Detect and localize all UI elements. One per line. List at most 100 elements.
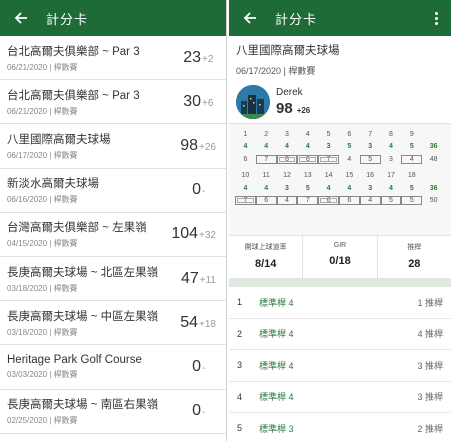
hole-score-cell[interactable]: 5 [359,154,381,164]
hole-number: 18 [407,172,416,180]
hole-list-item[interactable]: 2 標準桿 4 4 推桿 [229,319,451,350]
round-info: 長庚高爾夫球場 ~ 南區右果嶺 02/25/2020 | 桿數賽 [7,396,192,426]
round-course: 長庚高爾夫球場 ~ 北區左果嶺 [7,266,159,279]
front-score-row: 6 7 6 6 7 4 5 3 4 48 [235,153,445,166]
hole-score-cell[interactable]: 5 [380,196,402,206]
hole-par: 4 [305,143,310,151]
round-list-item[interactable]: 台灣高爾夫俱樂部 ~ 左果嶺 04/15/2020 | 桿數賽 104 +32 [0,213,226,257]
hole-number: 2 [264,130,269,138]
hole-score-cell[interactable]: 4 [401,154,423,164]
round-score-group: 0- [192,358,216,376]
hole-score: 3 [389,155,393,163]
page-title: 計分卡 [46,11,89,27]
hole-score: 5 [359,154,381,164]
round-list-item[interactable]: 台北高爾夫俱樂部 ~ Par 3 06/21/2020 | 桿數賽 30 +6 [0,80,226,125]
hole-list: 1 標準桿 4 1 推桿 2 標準桿 4 4 推桿 3 標準桿 4 3 推桿 4 標準桿 4 3 推桿… [229,287,451,441]
hole-list-item[interactable]: 3 標準桿 4 3 推桿 [229,350,451,382]
hole-score-cell[interactable]: 5 [401,196,423,206]
round-score-group: 104 +32 [171,225,216,243]
city-night-icon [236,84,270,119]
hole-putts: 4 推桿 [417,329,443,340]
round-list-item[interactable]: 長庚高爾夫球場 ~ 中區左果嶺 03/18/2020 | 桿數賽 54 +18 [0,301,226,346]
hole-score: 6 [255,196,277,206]
round-course: 長庚高爾夫球場 ~ 中區左果嶺 [7,310,159,323]
hole-score-cell[interactable]: 4 [359,196,381,206]
hole-score-cell[interactable]: 6 [338,196,360,206]
hole-score-cell[interactable]: 3 [381,156,402,163]
round-list-item[interactable]: Heritage Park Golf Course 03/03/2020 | 桿數… [0,345,226,390]
round-score-group: 0- [192,181,216,199]
player-info: Derek 98 +26 [276,87,310,117]
hole-list-item[interactable]: 4 標準桿 4 3 推桿 [229,382,451,413]
player-total: 98 [276,99,293,117]
round-list: 台北高爾夫俱樂部 ~ Par 3 06/21/2020 | 桿數賽 23 +2 台北高爾… [0,36,226,434]
round-meta: 06/17/2020 | 桿數賽 [236,66,316,76]
player-name: Derek [276,86,303,98]
hole-score-cell[interactable]: 7 [255,154,277,164]
app-bar: 計分卡 [229,0,451,36]
round-course: Heritage Park Golf Course [7,353,142,366]
round-meta: 02/25/2020 | 桿數賽 [7,416,78,426]
player-row[interactable]: Derek 98 +26 [229,80,451,124]
round-score-group: 54 +18 [180,314,216,332]
hole-putts: 2 推桿 [417,423,443,434]
hole-number: 12 [283,172,291,180]
hole-number: 2 [237,328,243,339]
round-score-group: 98 +26 [180,137,216,155]
hole-score-cell[interactable]: 6 [255,196,277,206]
hole-score-cell[interactable]: 6 [297,154,319,164]
app-bar: 計分卡 [0,0,226,36]
round-diff: +2 [202,53,214,65]
scorecard-detail-panel: 計分卡 八里國際高爾夫球場 06/17/2020 | 桿數賽 Derek 98 [229,0,451,441]
back-arrow-icon[interactable] [239,7,261,29]
hole-list-item[interactable]: 5 標準桿 3 2 推桿 [229,413,451,441]
hole-number: 11 [262,172,270,180]
hole-list-item[interactable]: 1 標準桿 4 1 推桿 [229,287,451,319]
stat-value: 0/18 [329,255,351,267]
hole-score-cell[interactable]: 4 [339,156,360,163]
round-list-item[interactable]: 長庚高爾夫球場 ~ 南區右果嶺 02/25/2020 | 桿數賽 0- [0,390,226,434]
round-list-item[interactable]: 台北高爾夫俱樂部 ~ Par 3 06/21/2020 | 桿數賽 23 +2 [0,36,226,81]
round-list-item[interactable]: 新淡水高爾夫球場 06/16/2020 | 桿數賽 0- [0,169,226,213]
back-hole-numbers: 10 11 12 13 14 15 16 17 18 [235,170,445,183]
hole-par: 4 [264,184,269,192]
round-info: 台灣高爾夫俱樂部 ~ 左果嶺 04/15/2020 | 桿數賽 [7,219,171,249]
round-score-group: 47 +11 [181,270,216,288]
hole-score-cell[interactable]: 7 [297,196,319,206]
hole-score: 7 [318,154,339,164]
hole-number: 13 [303,172,312,180]
back-arrow-icon[interactable] [10,7,32,29]
hole-par-label: 標準桿 4 [259,392,294,403]
hole-score: 5 [380,196,402,206]
hole-score: 7 [297,196,319,206]
hole-par: 4 [243,184,248,192]
hole-number: 17 [387,172,395,180]
hole-score-cell[interactable]: 6 [276,154,298,164]
hole-score-cell[interactable]: 7 [235,196,256,206]
round-list-item[interactable]: 八里國際高爾夫球場 06/17/2020 | 桿數賽 98 +26 [0,124,226,169]
hole-score: 6 [338,196,360,206]
round-diff: +11 [199,274,216,286]
hole-number: 10 [241,172,250,180]
hole-score-cell[interactable]: 4 [276,196,298,206]
round-diff: +6 [202,97,214,109]
stat-cell: 開球上球道率 8/14 [229,236,304,278]
hole-number: 4 [305,130,310,138]
par-total: 36 [429,143,438,151]
hole-number: 3 [285,130,289,138]
stat-cell: 推桿 28 [378,236,451,278]
round-meta: 06/21/2020 | 桿數賽 [7,106,78,116]
hole-number: 16 [366,172,375,180]
page-title: 計分卡 [275,11,318,27]
round-meta: 06/21/2020 | 桿數賽 [7,62,78,72]
back-par-row: 4 4 3 5 4 4 3 4 5 36 [235,182,445,195]
hole-par: 4 [347,184,352,192]
hole-score-cell[interactable]: 6 [318,196,339,206]
round-diff: - [202,186,206,198]
more-vert-icon[interactable] [429,8,443,28]
round-score: 104 [171,225,199,243]
hole-score-cell[interactable]: 7 [318,154,339,164]
hole-score-cell[interactable]: 6 [235,156,256,163]
round-list-item[interactable]: 長庚高爾夫球場 ~ 北區左果嶺 03/18/2020 | 桿數賽 47 +11 [0,257,226,302]
hole-score: 6 [243,155,248,163]
